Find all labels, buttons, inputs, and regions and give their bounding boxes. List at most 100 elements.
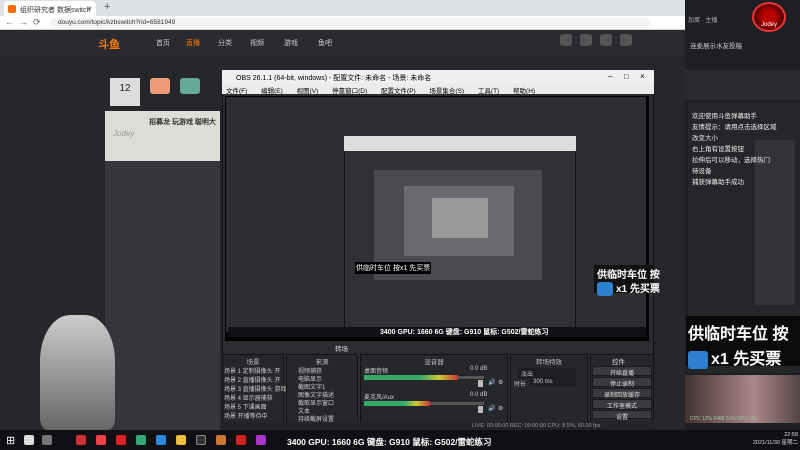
reload-icon[interactable]: ⟳: [33, 17, 41, 28]
studio-mode-button[interactable]: 工作室模式: [592, 399, 652, 410]
new-tab-icon[interactable]: +: [104, 1, 110, 13]
volume-slider[interactable]: [478, 380, 483, 387]
app-icon[interactable]: [136, 435, 146, 445]
app-icon[interactable]: [256, 435, 266, 445]
menu-edit[interactable]: 编辑(E): [261, 88, 283, 95]
chrome-icon[interactable]: [176, 435, 186, 445]
chat-message: 友情提示：请用点击选择区域: [692, 124, 777, 131]
url-field[interactable]: douyu.com/topic/kzbswitch?rid=6581949: [50, 18, 650, 28]
chat-message: 欢迎使用斗鱼弹幕助手: [692, 113, 757, 120]
close-icon[interactable]: ×: [640, 72, 645, 81]
chat-toolbar-strip: [685, 70, 800, 100]
forward-icon[interactable]: →: [19, 17, 28, 27]
audio-meter: [364, 401, 430, 406]
douyu-app-icon[interactable]: [96, 435, 106, 445]
start-icon[interactable]: ⊞: [6, 434, 15, 447]
minimize-icon[interactable]: –: [608, 72, 612, 81]
tab-close-icon[interactable]: ×: [87, 4, 92, 13]
controls-header: 控件: [612, 359, 625, 366]
scene-item[interactable]: 场景 开播等待中: [224, 411, 268, 420]
gear-icon[interactable]: ⚙: [498, 405, 503, 412]
menu-scene-collection[interactable]: 场景集合(S): [429, 88, 464, 95]
chat-message: 捕获弹幕助手成功: [692, 179, 744, 186]
scene-item[interactable]: 场景 1 定制摄像头 开: [224, 366, 280, 375]
transition-duration-input[interactable]: 300 ms: [530, 378, 576, 386]
obs-title: OBS 26.1.1 (64-bit, windows) - 配置文件: 未命名…: [236, 75, 432, 82]
transitions-header: 转场特效: [536, 359, 562, 366]
history-icon[interactable]: [560, 34, 572, 46]
viewer-counter: 12: [110, 78, 140, 106]
scene-item[interactable]: 场景 2 直播摄像头 开: [224, 375, 280, 384]
tab-title: 组织研究者 数据switch: [20, 7, 91, 14]
nav-item-home[interactable]: 首页: [156, 38, 170, 48]
gift-icon[interactable]: [150, 78, 170, 94]
chat-message: 待设备: [692, 168, 712, 175]
taskbar-clock: 22:58 2021/11/30 星期二: [752, 432, 798, 446]
speaker-icon[interactable]: 🔊: [488, 379, 495, 386]
streamer-avatar[interactable]: Jodey: [752, 2, 786, 32]
nav-item-video[interactable]: 视频: [250, 38, 264, 48]
nav-item-category[interactable]: 分类: [218, 38, 232, 48]
mixer-channel-db: 0.0 dB: [470, 366, 488, 372]
recursive-capture-level-5: [432, 198, 488, 238]
transition-button[interactable]: 转场: [335, 343, 405, 353]
mixer-channel-name: 桌面音频: [364, 369, 389, 375]
task-view-icon[interactable]: [42, 435, 52, 445]
ticket-badge-icon: [688, 350, 708, 369]
room-title: 招募龙 玩游戏 聪明大: [149, 119, 216, 126]
obs-titlebar: OBS 26.1.1 (64-bit, windows) - 配置文件: 未命名…: [222, 70, 654, 83]
download-icon[interactable]: [600, 34, 612, 46]
obs-status-bar: LIVE: 00:00:00 REC: 00:00:00 CPU: 8.5%, …: [222, 422, 654, 430]
speaker-icon[interactable]: 🔊: [488, 405, 495, 412]
obs-icon[interactable]: [196, 435, 206, 445]
character-art-left: [40, 315, 115, 430]
search-icon[interactable]: [24, 435, 34, 445]
menu-help[interactable]: 帮助(H): [513, 88, 535, 95]
follow-icon[interactable]: [580, 34, 592, 46]
nav-item-game[interactable]: 游戏: [284, 38, 298, 48]
menu-docks[interactable]: 停靠窗口(D): [332, 88, 367, 95]
menu-file[interactable]: 文件(F): [226, 88, 247, 95]
app-icon[interactable]: [236, 435, 246, 445]
menu-tools[interactable]: 工具(T): [478, 88, 499, 95]
system-stats: CPU 12% RAM 51% GPU 1%: [690, 416, 757, 422]
clock-date: 2021/11/30 星期二: [752, 440, 798, 446]
maximize-icon[interactable]: □: [624, 72, 629, 81]
nav-item-live[interactable]: 直播: [186, 38, 200, 48]
scene-item[interactable]: 场景 5 下课画面: [224, 402, 267, 411]
back-icon[interactable]: ←: [5, 17, 14, 27]
menu-view[interactable]: 视图(V): [297, 88, 319, 95]
overlay-banner-small-2: x1 先买票: [594, 279, 660, 297]
gear-icon[interactable]: ⚙: [498, 379, 503, 386]
tab-favicon-icon: [8, 5, 16, 13]
chat-message: 拉伸后可以移动，选择热门: [692, 157, 770, 164]
app-icon[interactable]: [216, 435, 226, 445]
obs-menubar: 文件(F) 编辑(E) 视图(V) 停靠窗口(D) 配置文件(P) 场景集合(S…: [222, 83, 654, 95]
browser-tab-bar: [0, 0, 685, 16]
stop-recording-button[interactable]: 停止录制: [592, 377, 652, 388]
overlay-banner-large-1: 供临时车位 按: [686, 316, 800, 343]
browser-tab[interactable]: 组织研究者 数据switch ×: [4, 1, 96, 16]
site-logo[interactable]: 斗鱼: [98, 36, 120, 52]
edge-icon[interactable]: [156, 435, 166, 445]
scene-item[interactable]: 场景 4 显示器捕获: [224, 393, 273, 402]
nav-item-yuba[interactable]: 鱼吧: [318, 38, 332, 48]
scene-item[interactable]: 场景 3 直播摄像头 游戏: [224, 384, 286, 393]
overlay-banner-small-2-text: x1 先买票: [616, 284, 660, 295]
volume-slider[interactable]: [478, 406, 483, 413]
address-bar-row: ← → ⟳ douyu.com/topic/kzbswitch?rid=6581…: [0, 16, 685, 30]
menu-profile[interactable]: 配置文件(P): [381, 88, 416, 95]
app-icon[interactable]: [76, 435, 86, 445]
hardware-overlay-text: 3400 GPU: 1660 6G 键盘: G910 鼠标: G502/雷蛇练习: [287, 437, 492, 447]
scenes-header: 场景: [246, 359, 260, 366]
replay-buffer-button[interactable]: 录制回放缓存: [592, 388, 652, 399]
app-icon[interactable]: [116, 435, 126, 445]
settings-button[interactable]: 设置: [592, 410, 652, 421]
mixer-channel-db: 0.0 dB: [470, 392, 488, 398]
overlay-banner-large-2: x1 先买票: [686, 342, 800, 369]
message-icon[interactable]: [620, 34, 632, 46]
task-icon[interactable]: [180, 78, 200, 94]
room-info-card: 招募龙 玩游戏 聪明大 Jodey: [105, 111, 220, 161]
ticket-badge-icon: [597, 282, 613, 297]
start-streaming-button[interactable]: 开始直播: [592, 366, 652, 377]
